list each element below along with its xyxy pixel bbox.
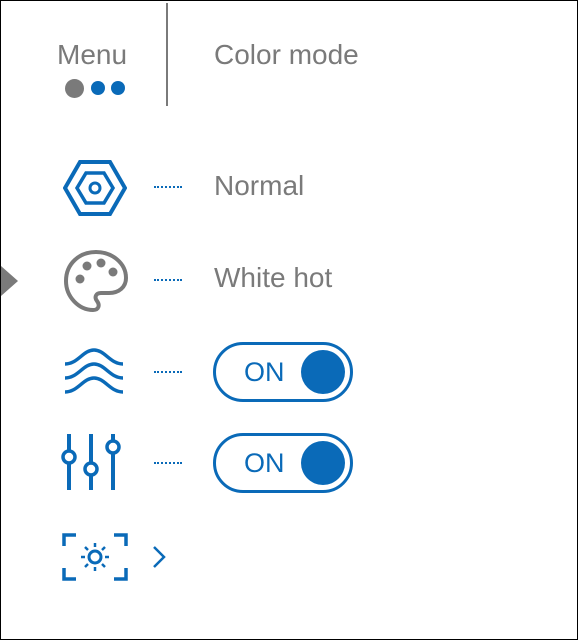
page-dot-active — [65, 79, 84, 98]
toggle-label: ON — [244, 448, 285, 478]
page-indicator — [65, 79, 135, 99]
leader-dots — [154, 371, 182, 373]
waves-icon — [64, 348, 124, 394]
sliders-toggle[interactable]: ON — [213, 433, 353, 493]
menu-panel: Menu Color mode Normal White hot ON ON — [0, 0, 578, 640]
toggle-knob — [301, 350, 345, 394]
leader-dots — [154, 186, 182, 188]
selection-pointer-icon — [1, 266, 18, 296]
value-white-hot: White hot — [214, 262, 333, 293]
toggle-knob — [301, 441, 345, 485]
page-dot — [111, 81, 125, 95]
value-normal: Normal — [214, 170, 305, 201]
toggle-label: ON — [244, 357, 285, 387]
menu-label: Menu — [57, 39, 128, 70]
page-title: Color mode — [214, 39, 359, 70]
leader-dots — [154, 462, 182, 464]
chevron-right-icon[interactable] — [151, 544, 167, 570]
palette-icon — [64, 250, 128, 312]
page-dot — [91, 81, 105, 95]
header-divider — [166, 3, 168, 106]
focus-brightness-icon — [62, 533, 128, 581]
waves-toggle[interactable]: ON — [213, 342, 353, 402]
sliders-icon — [61, 434, 121, 490]
hexagon-nut-icon — [63, 160, 127, 216]
leader-dots — [154, 279, 182, 281]
